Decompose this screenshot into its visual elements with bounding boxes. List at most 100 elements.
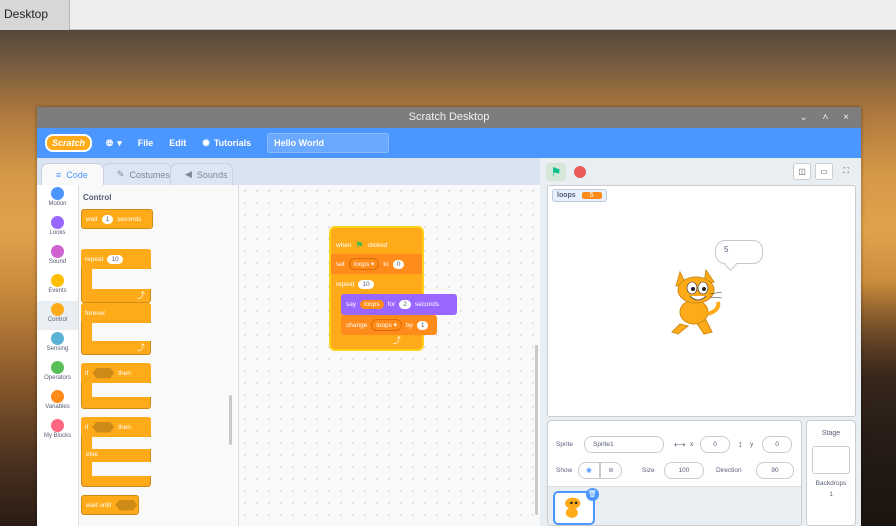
change-variable-block[interactable]: change loops ▾ by 1 (341, 315, 437, 335)
tab-costumes[interactable]: ✎ Costumes (102, 163, 172, 185)
stage-canvas[interactable]: loops 5 5 (547, 185, 856, 417)
category-label: Operators (44, 375, 71, 381)
scratch-logo[interactable]: Scratch (45, 134, 93, 152)
wait-until-block[interactable]: wait until (81, 495, 139, 515)
block-input[interactable]: 10 (107, 254, 123, 264)
menu-bar: Scratch 🌐︎ ▾ File Edit ✺ Tutorials Hello … (37, 128, 861, 158)
category-variables[interactable]: Variables (37, 388, 78, 417)
language-menu[interactable]: 🌐︎ ▾ (106, 138, 122, 149)
stage-selector[interactable]: Stage Backdrops 1 (806, 420, 856, 526)
if-else-block[interactable]: if then else (81, 417, 151, 487)
if-else-head: if then (81, 417, 151, 437)
block-label: seconds (414, 301, 440, 308)
editor-tabs: ≡ Code ✎ Costumes ◀︎ Sounds (37, 158, 540, 185)
stage-header: ⚑ ◫ ▭ ⛶ (540, 158, 861, 185)
category-sound[interactable]: Sound (37, 243, 78, 272)
window-title: Scratch Desktop (408, 111, 490, 123)
editor-pane: ≡ Code ✎ Costumes ◀︎ Sounds Motion Looks… (37, 158, 540, 526)
show-visible-icon[interactable]: ◉ (578, 462, 600, 479)
category-label: Sound (48, 259, 67, 265)
block-label: clicked (367, 241, 388, 249)
block-label: set (336, 260, 345, 268)
wait-block[interactable]: wait 1 seconds (81, 209, 153, 229)
trash-icon[interactable]: 🗑︎ (586, 488, 599, 501)
block-input[interactable]: 10 (358, 279, 374, 289)
variable-dropdown[interactable]: loops ▾ (348, 258, 380, 270)
category-events[interactable]: Events (37, 272, 78, 301)
cat-sprite[interactable] (666, 266, 732, 336)
tab-costumes-label: Costumes (129, 169, 171, 180)
sprite-name-input[interactable]: Sprite1 (584, 436, 664, 453)
category-control[interactable]: Control (37, 301, 78, 330)
block-label: by (405, 321, 413, 329)
script-scrollbar[interactable] (535, 345, 538, 515)
category-sensing[interactable]: Sensing (37, 330, 78, 359)
size-input[interactable]: 100 (664, 462, 704, 479)
x-label: x (690, 441, 694, 448)
block-input[interactable]: 0 (392, 259, 405, 269)
sprite-list: 🗑︎ (548, 487, 801, 525)
project-name-input[interactable]: Hello World (267, 133, 390, 153)
block-label: change (346, 321, 368, 329)
set-variable-block[interactable]: set loops ▾ to 0 (331, 254, 422, 274)
say-for-seconds-block[interactable]: say loops for 2 seconds (341, 294, 457, 315)
c-mouth (92, 437, 151, 449)
desktop-taskbar: Desktop (0, 0, 896, 30)
condition-slot[interactable] (115, 499, 138, 511)
repeat-block[interactable]: repeat 10 ⤴ (81, 249, 151, 303)
category-label: Motion (48, 201, 67, 207)
block-label: seconds (117, 215, 142, 223)
c-mouth (92, 323, 151, 341)
condition-slot[interactable] (92, 367, 115, 379)
category-label: Looks (49, 230, 66, 236)
tutorials-menu[interactable]: ✺ Tutorials (202, 138, 251, 149)
script-area[interactable]: when ⚑ clicked set loops ▾ to 0 repeat 1… (239, 185, 540, 526)
variable-reporter[interactable]: loops (360, 300, 384, 309)
sprite-info-pane: Sprite Sprite1 ⟷ x 0 ↕ y 0 Show ◉ ⊘ Size… (547, 420, 802, 526)
backdrop-thumbnail[interactable] (812, 446, 850, 474)
category-motion[interactable]: Motion (37, 185, 78, 214)
c-mouth (92, 383, 151, 397)
hide-icon[interactable]: ⊘ (600, 462, 622, 479)
stop-button[interactable] (574, 165, 586, 178)
desktop-tab[interactable]: Desktop (0, 0, 70, 30)
forever-block[interactable]: forever ⤴ (81, 303, 151, 355)
category-operators[interactable]: Operators (37, 359, 78, 388)
tab-sounds-label: Sounds (196, 169, 228, 180)
if-then-block[interactable]: if then (81, 363, 151, 409)
large-stage-icon[interactable]: ▭ (815, 163, 833, 180)
condition-slot[interactable] (92, 421, 115, 433)
block-input[interactable]: 1 (101, 214, 114, 224)
c-mouth (92, 462, 151, 476)
block-input[interactable]: 2 (399, 300, 411, 309)
sprite-info: Sprite Sprite1 ⟷ x 0 ↕ y 0 Show ◉ ⊘ Size… (548, 421, 801, 487)
small-stage-icon[interactable]: ◫ (793, 163, 811, 180)
category-looks[interactable]: Looks (37, 214, 78, 243)
fullscreen-icon[interactable]: ⛶ (837, 163, 855, 180)
file-menu[interactable]: File (138, 138, 154, 148)
size-label: Size (642, 467, 655, 474)
repeat-block[interactable]: repeat 10 (331, 274, 422, 294)
green-flag-icon: ⚑ (355, 239, 364, 250)
palette-scrollbar[interactable] (229, 395, 232, 445)
when-flag-clicked-block[interactable]: when ⚑ clicked (331, 228, 422, 254)
category-my-blocks[interactable]: My Blocks (37, 417, 78, 446)
script-stack[interactable]: when ⚑ clicked set loops ▾ to 0 repeat 1… (331, 228, 457, 349)
variable-dropdown[interactable]: loops ▾ (371, 319, 402, 331)
globe-icon: 🌐︎ (106, 137, 114, 148)
tab-code[interactable]: ≡ Code (41, 163, 104, 185)
green-flag-button[interactable]: ⚑ (546, 162, 566, 181)
edit-menu[interactable]: Edit (169, 138, 186, 148)
stage-column: ⚑ ◫ ▭ ⛶ loops 5 5 Sprite Sprite1 ⟷ x 0 ↕… (540, 158, 861, 526)
block-input[interactable]: 1 (416, 320, 429, 330)
block-label: then (118, 369, 131, 377)
x-input[interactable]: 0 (700, 436, 730, 453)
window-titlebar[interactable]: Scratch Desktop ⌄ ˄ × (37, 107, 861, 128)
variable-monitor[interactable]: loops 5 (552, 189, 607, 202)
category-dot (51, 274, 64, 287)
direction-input[interactable]: 90 (756, 462, 794, 479)
block-label: say (346, 301, 357, 308)
tab-sounds[interactable]: ◀︎ Sounds (170, 163, 233, 185)
window-controls[interactable]: ⌄ ˄ × (799, 107, 855, 128)
y-input[interactable]: 0 (762, 436, 792, 453)
